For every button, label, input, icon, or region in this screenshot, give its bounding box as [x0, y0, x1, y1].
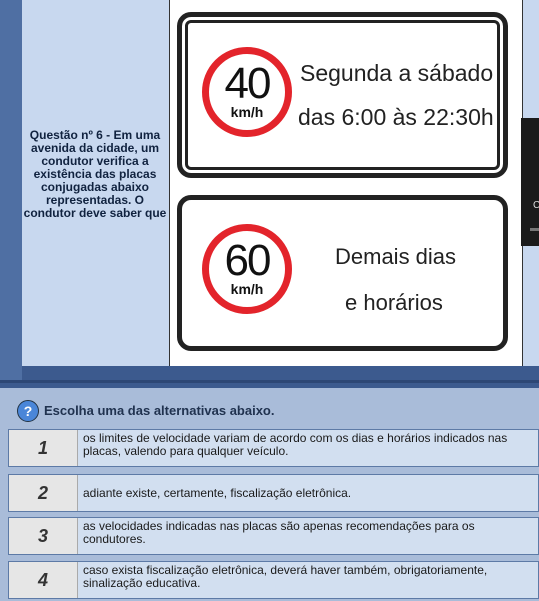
- left-sidebar-bar: [0, 0, 22, 380]
- speed-limit-60-circle: 60 km/h: [202, 224, 292, 314]
- option-4-text[interactable]: caso exista fiscalização eletrônica, dev…: [83, 564, 536, 590]
- option-1-text[interactable]: os limites de velocidade variam de acord…: [83, 432, 536, 458]
- option-1-number[interactable]: 1: [9, 430, 78, 466]
- option-3-number[interactable]: 3: [9, 518, 78, 554]
- question-text: Questão nº 6 - Em uma avenida da cidade,…: [23, 128, 167, 220]
- sign-1-line-2: das 6:00 às 22:30h: [298, 104, 494, 130]
- option-2-number[interactable]: 2: [9, 475, 78, 511]
- option-3-text[interactable]: as velocidades indicadas nas placas são …: [83, 520, 536, 546]
- option-3[interactable]: 3 as velocidades indicadas nas placas sã…: [8, 517, 539, 555]
- option-4[interactable]: 4 caso exista fiscalização eletrônica, d…: [8, 561, 539, 599]
- option-4-number[interactable]: 4: [9, 562, 78, 598]
- speed-limit-40-unit: km/h: [230, 104, 264, 120]
- help-icon: ?: [17, 400, 39, 422]
- sign-2-line-2: e horários: [345, 290, 443, 315]
- sign-2-line-1: Demais dias: [335, 244, 457, 269]
- speed-limit-40-value: 40: [224, 59, 272, 108]
- speed-limit-60-unit: km/h: [230, 281, 264, 297]
- speed-limit-60-value: 60: [224, 236, 272, 285]
- side-thumbnail-label: C: [533, 200, 539, 211]
- speed-limit-40-circle: 40 km/h: [202, 47, 292, 137]
- sign-1-line-1: Segunda a sábado: [300, 60, 494, 86]
- option-1[interactable]: 1 os limites de velocidade variam de aco…: [8, 429, 539, 467]
- instructions-text: Escolha uma das alternativas abaixo.: [44, 403, 275, 418]
- side-thumbnail[interactable]: [521, 118, 539, 246]
- side-thumbnail-line: [530, 228, 539, 231]
- option-2-text[interactable]: adiante existe, certamente, fiscalização…: [83, 487, 536, 500]
- section-divider: [0, 380, 539, 383]
- option-2[interactable]: 2 adiante existe, certamente, fiscalizaç…: [8, 474, 539, 512]
